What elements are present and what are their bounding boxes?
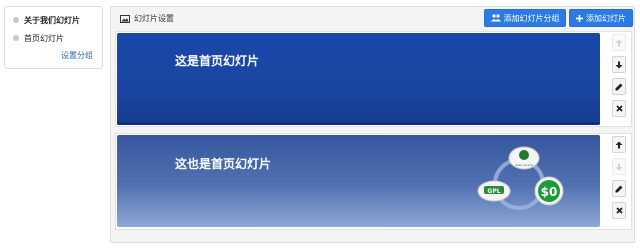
slide-image[interactable]: 这也是首页幻灯片 open source GPL $0 [117,135,600,227]
delete-button[interactable] [612,100,626,117]
open-source-cycle-illustration: open source GPL $0 [477,146,564,210]
arrow-down-icon [615,163,623,170]
group-item-about-us[interactable]: 关于我们幻灯片 [13,14,80,26]
add-slide-group-button[interactable]: 添加幻灯片分组 [484,9,566,27]
close-icon [615,105,623,112]
bullet-icon [13,35,19,41]
arrow-down-icon [615,61,623,68]
add-slide-button[interactable]: 添加幻灯片 [569,9,633,27]
move-down-button[interactable] [612,158,626,175]
edit-button[interactable] [612,78,626,95]
slide-group-panel: 关于我们幻灯片 首页幻灯片 设置分组 [4,6,103,69]
slide-row: 这是首页幻灯片 [115,31,632,127]
settings-group-link[interactable]: 设置分组 [61,50,93,61]
users-icon [490,14,501,22]
image-icon [120,14,130,23]
arrow-up-icon [615,141,623,148]
arrow-up-icon [615,39,623,46]
move-down-button[interactable] [612,56,626,73]
pencil-icon [615,185,623,192]
slide-title: 这也是首页幻灯片 [175,157,272,171]
badge-right-text: $0 [541,185,558,199]
edit-button[interactable] [612,180,626,197]
badge-left-text: GPL [487,188,500,195]
slide-settings-panel: 幻灯片设置 添加幻灯片分组 添加幻灯片 这是首页幻灯片 这也是首页幻灯片 ope… [110,6,635,243]
slide-title: 这是首页幻灯片 [175,54,260,68]
close-icon [615,207,623,214]
pencil-icon [615,83,623,90]
delete-button[interactable] [612,202,626,219]
group-item-label: 关于我们幻灯片 [24,15,80,25]
move-up-button[interactable] [612,34,626,51]
panel-title-text: 幻灯片设置 [134,14,174,23]
bullet-icon [13,17,19,23]
group-item-label: 首页幻灯片 [24,33,64,43]
group-item-home[interactable]: 首页幻灯片 [13,32,64,44]
panel-title: 幻灯片设置 [120,13,174,24]
add-slide-group-label: 添加幻灯片分组 [503,13,560,23]
panel-header: 幻灯片设置 添加幻灯片分组 添加幻灯片 [111,7,634,29]
slide-row: 这也是首页幻灯片 open source GPL $0 [115,133,632,230]
add-slide-label: 添加幻灯片 [586,13,626,23]
badge-top-text: open source [515,163,534,167]
move-up-button[interactable] [612,136,626,153]
slide-image[interactable]: 这是首页幻灯片 [117,33,600,125]
plus-icon [576,14,583,22]
